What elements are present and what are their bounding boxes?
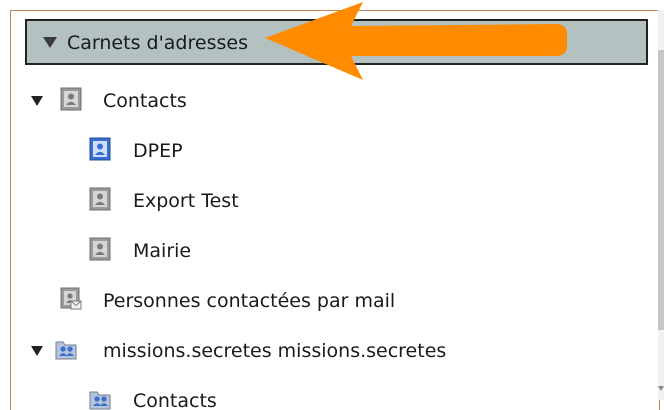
tree-item-label: Mairie (133, 240, 192, 262)
expand-triangle-icon[interactable] (31, 346, 43, 356)
tree-item-label: DPEP (133, 140, 183, 162)
expand-triangle-icon[interactable] (31, 96, 43, 106)
tree-item-label: Personnes contactées par mail (103, 290, 396, 312)
shared-address-book-icon (55, 341, 77, 360)
address-book-icon (89, 137, 111, 161)
shared-address-book-icon (89, 391, 111, 410)
address-book-icon (89, 187, 111, 211)
tree-item-mairie[interactable]: Mairie (25, 235, 585, 267)
orange-arrow-annotation-icon (265, 2, 567, 80)
tree-item-label: missions.secretes missions.secretes (103, 340, 447, 362)
address-book-icon (89, 237, 111, 261)
tree-item-dpep[interactable]: DPEP (25, 135, 585, 167)
tree-item-missions-secretes[interactable]: missions.secretes missions.secretes (25, 335, 585, 367)
address-book-icon (60, 87, 82, 111)
tree-item-missions-contacts[interactable]: Contacts (25, 385, 585, 410)
tree-item-personnes-contactees[interactable]: Personnes contactées par mail (25, 285, 585, 317)
tree-item-label: Export Test (133, 190, 239, 212)
tree-item-export-test[interactable]: Export Test (25, 185, 585, 217)
scroll-down-arrow-icon[interactable] (658, 386, 664, 391)
vertical-scrollbar[interactable] (658, 10, 664, 400)
scrollbar-thumb[interactable] (658, 50, 664, 330)
tree-item-label: Contacts (103, 90, 187, 112)
collapse-triangle-icon[interactable] (43, 37, 57, 48)
collected-addresses-icon (60, 287, 82, 310)
address-books-header-label: Carnets d'adresses (67, 32, 248, 54)
